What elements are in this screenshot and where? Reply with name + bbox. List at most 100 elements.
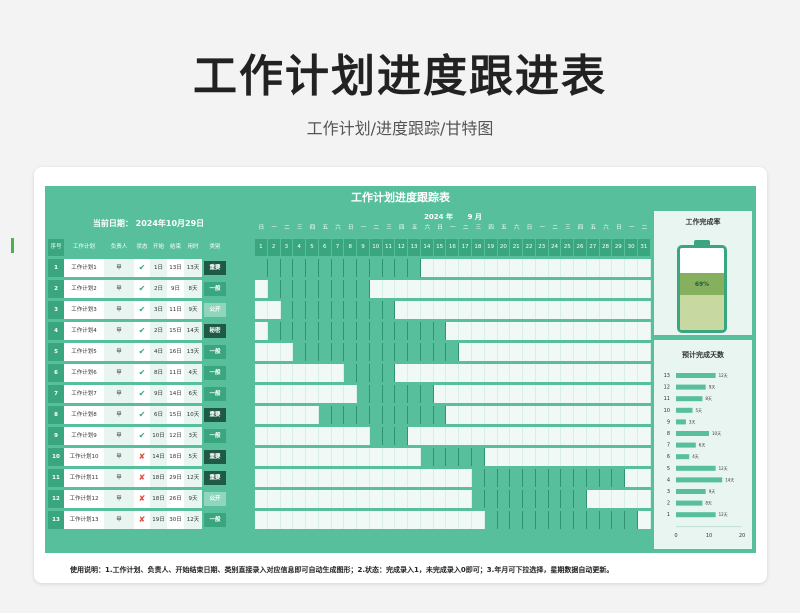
task-name[interactable]: 工作计划9 [64,427,104,445]
task-owner[interactable]: 甲 [104,343,134,361]
task-name[interactable]: 工作计划6 [64,364,104,382]
task-name[interactable]: 工作计划7 [64,385,104,403]
task-owner[interactable]: 甲 [104,301,134,319]
task-row[interactable]: 7 工作计划7 甲 ✔ 9日 14日 6天 一般 [48,385,228,403]
task-start[interactable]: 14日 [150,448,167,466]
task-name[interactable]: 工作计划11 [64,469,104,487]
task-start[interactable]: 10日 [150,427,167,445]
task-category[interactable]: 秘密 [202,322,228,340]
task-row[interactable]: 11 工作计划11 甲 ✘ 18日 29日 12天 重要 [48,469,228,487]
task-duration[interactable]: 12天 [184,469,202,487]
task-end[interactable]: 16日 [167,343,184,361]
task-row[interactable]: 13 工作计划13 甲 ✘ 19日 30日 12天 一般 [48,511,228,529]
task-category[interactable]: 公开 [202,301,228,319]
task-category[interactable]: 重要 [202,259,228,277]
year-select[interactable]: 2024 [424,213,443,221]
task-category[interactable]: 重要 [202,469,228,487]
task-status[interactable]: ✔ [134,427,150,445]
task-category[interactable]: 公开 [202,490,228,508]
task-status[interactable]: ✔ [134,259,150,277]
task-category[interactable]: 一般 [202,364,228,382]
task-owner[interactable]: 甲 [104,511,134,529]
task-owner[interactable]: 甲 [104,469,134,487]
task-start[interactable]: 18日 [150,469,167,487]
task-row[interactable]: 8 工作计划8 甲 ✔ 6日 15日 10天 重要 [48,406,228,424]
task-owner[interactable]: 甲 [104,490,134,508]
task-status[interactable]: ✔ [134,301,150,319]
task-owner[interactable]: 甲 [104,364,134,382]
task-owner[interactable]: 甲 [104,385,134,403]
task-name[interactable]: 工作计划13 [64,511,104,529]
task-status[interactable]: ✘ [134,511,150,529]
task-status[interactable]: ✘ [134,490,150,508]
task-start[interactable]: 2日 [150,322,167,340]
task-end[interactable]: 11日 [167,301,184,319]
task-end[interactable]: 15日 [167,406,184,424]
task-category[interactable]: 一般 [202,427,228,445]
task-name[interactable]: 工作计划5 [64,343,104,361]
task-owner[interactable]: 甲 [104,427,134,445]
task-start[interactable]: 3日 [150,301,167,319]
task-category[interactable]: 一般 [202,280,228,298]
task-category[interactable]: 一般 [202,511,228,529]
task-duration[interactable]: 3天 [184,427,202,445]
task-status[interactable]: ✘ [134,448,150,466]
task-start[interactable]: 8日 [150,364,167,382]
task-row[interactable]: 10 工作计划10 甲 ✘ 14日 18日 5天 重要 [48,448,228,466]
task-duration[interactable]: 14天 [184,322,202,340]
task-duration[interactable]: 4天 [184,364,202,382]
task-end[interactable]: 30日 [167,511,184,529]
task-end[interactable]: 9日 [167,280,184,298]
task-end[interactable]: 13日 [167,259,184,277]
task-end[interactable]: 26日 [167,490,184,508]
task-owner[interactable]: 甲 [104,280,134,298]
task-owner[interactable]: 甲 [104,448,134,466]
task-name[interactable]: 工作计划12 [64,490,104,508]
task-row[interactable]: 1 工作计划1 甲 ✔ 1日 13日 13天 重要 [48,259,228,277]
task-start[interactable]: 9日 [150,385,167,403]
task-status[interactable]: ✔ [134,322,150,340]
task-start[interactable]: 4日 [150,343,167,361]
task-name[interactable]: 工作计划1 [64,259,104,277]
task-category[interactable]: 重要 [202,406,228,424]
task-duration[interactable]: 9天 [184,301,202,319]
date-value[interactable]: 2024年10月29日 [136,219,205,228]
month-select[interactable]: 9 [468,213,473,221]
task-status[interactable]: ✔ [134,385,150,403]
task-end[interactable]: 29日 [167,469,184,487]
task-category[interactable]: 一般 [202,343,228,361]
task-duration[interactable]: 12天 [184,511,202,529]
task-start[interactable]: 6日 [150,406,167,424]
task-owner[interactable]: 甲 [104,406,134,424]
task-status[interactable]: ✘ [134,469,150,487]
task-row[interactable]: 5 工作计划5 甲 ✔ 4日 16日 13天 一般 [48,343,228,361]
task-status[interactable]: ✔ [134,364,150,382]
task-owner[interactable]: 甲 [104,259,134,277]
task-name[interactable]: 工作计划3 [64,301,104,319]
task-name[interactable]: 工作计划8 [64,406,104,424]
task-row[interactable]: 6 工作计划6 甲 ✔ 8日 11日 4天 一般 [48,364,228,382]
task-category[interactable]: 一般 [202,385,228,403]
task-start[interactable]: 18日 [150,490,167,508]
task-end[interactable]: 14日 [167,385,184,403]
task-duration[interactable]: 9天 [184,490,202,508]
task-name[interactable]: 工作计划10 [64,448,104,466]
task-end[interactable]: 18日 [167,448,184,466]
task-row[interactable]: 3 工作计划3 甲 ✔ 3日 11日 9天 公开 [48,301,228,319]
task-duration[interactable]: 10天 [184,406,202,424]
task-owner[interactable]: 甲 [104,322,134,340]
task-start[interactable]: 2日 [150,280,167,298]
task-status[interactable]: ✔ [134,280,150,298]
task-row[interactable]: 12 工作计划12 甲 ✘ 18日 26日 9天 公开 [48,490,228,508]
task-status[interactable]: ✔ [134,406,150,424]
task-name[interactable]: 工作计划2 [64,280,104,298]
task-duration[interactable]: 5天 [184,448,202,466]
task-row[interactable]: 2 工作计划2 甲 ✔ 2日 9日 8天 一般 [48,280,228,298]
task-end[interactable]: 15日 [167,322,184,340]
task-category[interactable]: 重要 [202,448,228,466]
task-row[interactable]: 4 工作计划4 甲 ✔ 2日 15日 14天 秘密 [48,322,228,340]
task-duration[interactable]: 13天 [184,259,202,277]
task-name[interactable]: 工作计划4 [64,322,104,340]
task-start[interactable]: 1日 [150,259,167,277]
task-end[interactable]: 11日 [167,364,184,382]
